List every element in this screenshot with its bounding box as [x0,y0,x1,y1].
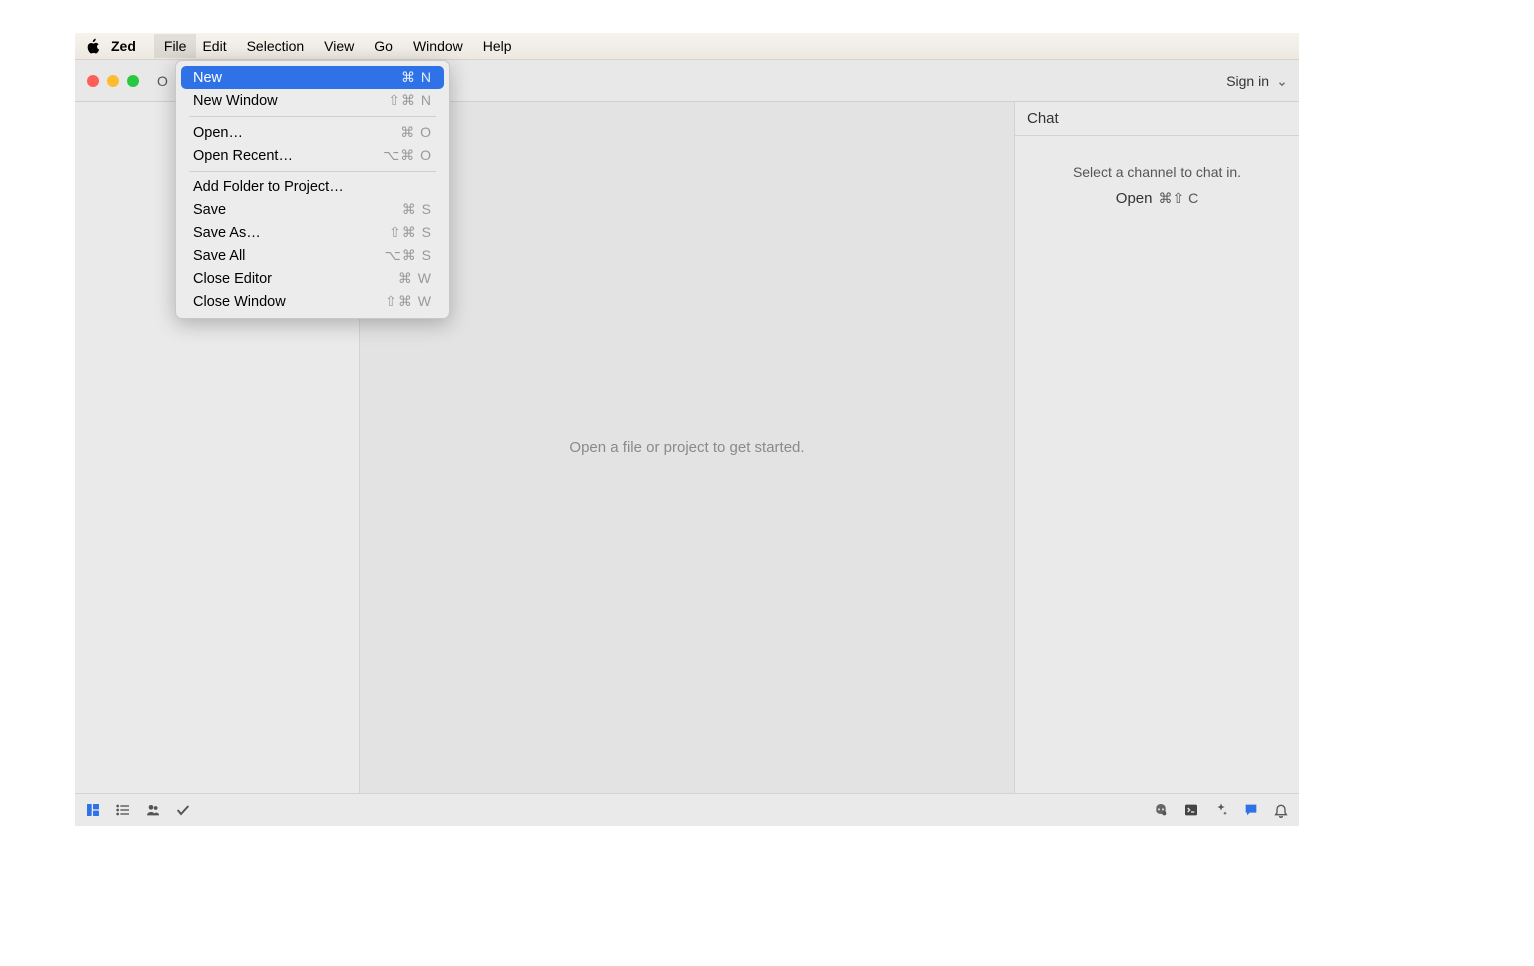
menu-separator [189,116,436,117]
menu-item-shortcut: ⇧⌘ N [388,92,432,109]
menu-item-save-as[interactable]: Save As… ⇧⌘ S [181,221,444,244]
menu-item-add-folder[interactable]: Add Folder to Project… [181,176,444,198]
menu-view[interactable]: View [324,38,354,54]
menu-edit[interactable]: Edit [202,38,226,54]
editor-area[interactable]: Open a file or project to get started. [360,102,1014,793]
diagnostics-check-icon[interactable] [175,802,191,818]
notifications-icon[interactable] [1273,802,1289,818]
menu-item-save-all[interactable]: Save All ⌥⌘ S [181,244,444,267]
menu-item-shortcut: ⌥⌘ O [383,147,432,164]
menu-item-shortcut: ⇧⌘ W [385,293,432,310]
project-panel-icon[interactable] [85,802,101,818]
menu-item-close-editor[interactable]: Close Editor ⌘ W [181,267,444,290]
system-menubar: Zed File Edit Selection View Go Window H… [75,33,1299,60]
file-dropdown-menu: New ⌘ N New Window ⇧⌘ N Open… ⌘ O Open R… [175,60,450,319]
status-bar [75,793,1299,826]
copilot-icon[interactable] [1153,802,1169,818]
menu-item-label: Save All [193,248,245,264]
chat-panel-header: Chat [1015,102,1299,136]
window-title-partial: O [157,73,168,89]
signin-button[interactable]: Sign in [1226,73,1287,89]
ai-assist-icon[interactable] [1213,802,1229,818]
menu-item-new[interactable]: New ⌘ N [181,66,444,89]
terminal-icon[interactable] [1183,802,1199,818]
chat-select-text: Select a channel to chat in. [1029,164,1285,180]
menu-item-shortcut: ⌘ O [400,124,432,141]
menu-item-open[interactable]: Open… ⌘ O [181,121,444,144]
menu-item-shortcut: ⌘ W [398,270,432,287]
menu-item-label: New Window [193,93,278,109]
menu-item-label: New [193,70,222,86]
menu-item-new-window[interactable]: New Window ⇧⌘ N [181,89,444,112]
menu-item-label: Add Folder to Project… [193,179,344,195]
maximize-window-button[interactable] [127,75,139,87]
menu-item-label: Close Editor [193,271,272,287]
chat-icon[interactable] [1243,802,1259,818]
menu-item-label: Open Recent… [193,148,293,164]
menu-item-label: Save As… [193,225,261,241]
traffic-lights [87,75,139,87]
chat-open-link[interactable]: Open ⌘⇧ C [1029,190,1285,207]
menu-go[interactable]: Go [374,38,393,54]
menu-item-label: Close Window [193,294,286,310]
menu-item-open-recent[interactable]: Open Recent… ⌥⌘ O [181,144,444,167]
menu-item-shortcut: ⇧⌘ S [389,224,432,241]
menu-selection[interactable]: Selection [247,38,305,54]
minimize-window-button[interactable] [107,75,119,87]
menu-item-label: Save [193,202,226,218]
chat-panel-body: Select a channel to chat in. Open ⌘⇧ C [1015,136,1299,235]
menu-item-shortcut: ⌥⌘ S [385,247,432,264]
close-window-button[interactable] [87,75,99,87]
apple-logo-icon[interactable] [83,37,101,55]
menu-separator [189,171,436,172]
signin-label: Sign in [1226,73,1269,89]
outline-panel-icon[interactable] [115,802,131,818]
chat-panel: Chat Select a channel to chat in. Open ⌘… [1014,102,1299,793]
app-name[interactable]: Zed [111,38,136,54]
chevron-down-icon [1277,76,1287,86]
chat-open-shortcut: ⌘⇧ C [1158,190,1198,207]
chat-open-label: Open [1116,190,1153,207]
menu-item-close-window[interactable]: Close Window ⇧⌘ W [181,290,444,313]
menu-item-save[interactable]: Save ⌘ S [181,198,444,221]
editor-placeholder: Open a file or project to get started. [569,439,804,456]
menu-window[interactable]: Window [413,38,463,54]
menu-item-shortcut: ⌘ N [401,69,432,86]
menu-item-shortcut: ⌘ S [402,201,432,218]
menu-file[interactable]: File [154,34,197,58]
menu-help[interactable]: Help [483,38,512,54]
menu-item-label: Open… [193,125,243,141]
collab-icon[interactable] [145,802,161,818]
